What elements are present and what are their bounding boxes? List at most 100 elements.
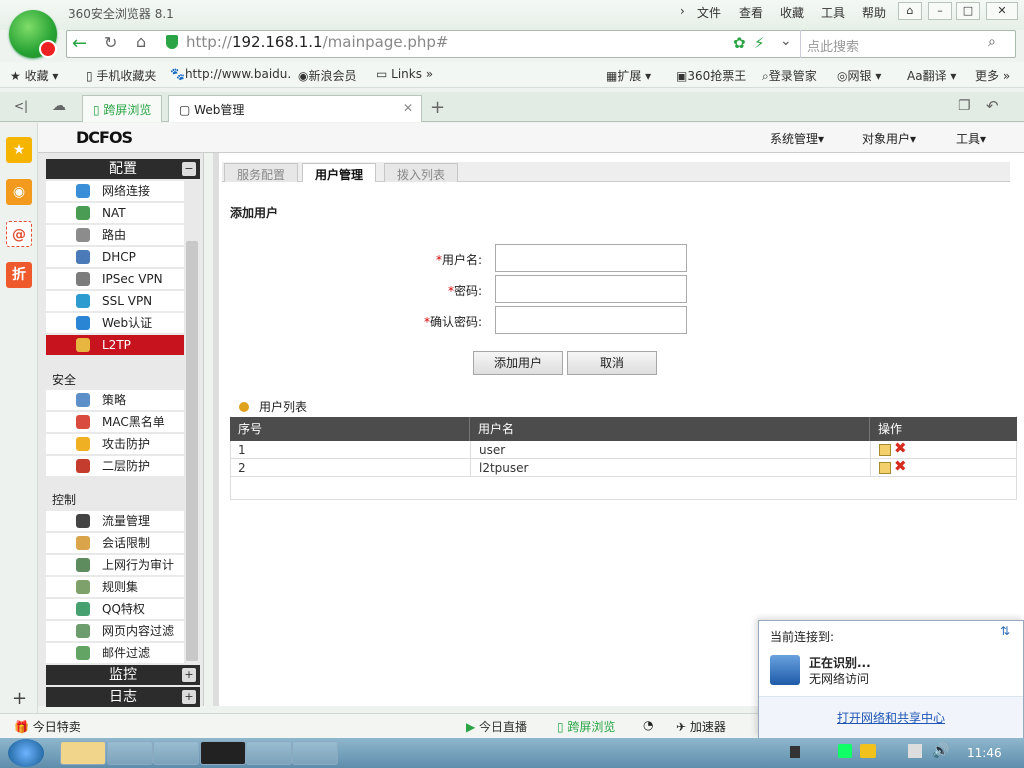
bookmark-translate[interactable]: Aa翻译 ▾ (907, 67, 956, 84)
cancel-button[interactable]: 取消 (567, 351, 657, 375)
email-icon[interactable]: @ (6, 221, 32, 247)
username-input[interactable] (495, 244, 687, 272)
nav-l2tp[interactable]: L2TP (46, 335, 184, 355)
speed-status-icon[interactable]: ◔ (643, 718, 653, 732)
tab-close-icon[interactable]: ✕ (403, 101, 413, 115)
expand-icon[interactable]: + (182, 668, 196, 682)
expand-icon[interactable]: + (182, 690, 196, 704)
nav-nat[interactable]: NAT (46, 203, 184, 223)
menu-help[interactable]: 帮助 (862, 4, 886, 21)
collapse-icon[interactable]: − (182, 162, 196, 176)
security-shield-icon[interactable] (166, 35, 178, 49)
weibo-icon[interactable]: ◉ (6, 179, 32, 205)
pin-icon[interactable]: ⌂ (898, 2, 922, 20)
add-user-button[interactable]: 添加用户 (473, 351, 563, 375)
tab-web-admin[interactable]: ▢ Web管理 ✕ (168, 95, 422, 122)
app-task-icon[interactable] (292, 741, 338, 765)
start-button[interactable] (8, 739, 44, 767)
nav-mac-blacklist[interactable]: MAC黑名单 (46, 412, 184, 432)
bookmark-sina[interactable]: ◉新浪会员 (298, 67, 357, 84)
network-tray-icon[interactable] (908, 744, 922, 758)
bookmark-bank[interactable]: ◎网银 ▾ (837, 67, 881, 84)
nav-policy[interactable]: 策略 (46, 390, 184, 410)
menu-file[interactable]: 文件 (697, 4, 721, 21)
delete-icon[interactable]: ✖ (894, 457, 907, 475)
bookmark-mobile[interactable]: ▯ 手机收藏夹 (86, 67, 156, 84)
refresh-icon[interactable]: ↻ (104, 33, 117, 52)
nav-audit[interactable]: 上网行为审计 (46, 555, 184, 575)
add-icon[interactable]: + (12, 688, 27, 709)
sidebar-scrollbar[interactable] (186, 241, 198, 661)
confirm-password-input[interactable] (495, 306, 687, 334)
edit-icon[interactable] (879, 444, 891, 456)
search-input[interactable]: 点此搜索 (807, 36, 859, 55)
bookmark-extensions[interactable]: ▦扩展 ▾ (606, 67, 651, 84)
restore-tabs-icon[interactable]: ❐ (958, 98, 971, 114)
refresh-network-icon[interactable]: ⇅ (1000, 624, 1010, 638)
bookmark-baidu[interactable]: 🐾http://www.baidu. (170, 67, 291, 81)
discount-icon[interactable]: 折 (6, 262, 32, 288)
word-task-icon[interactable] (107, 741, 153, 765)
tray-icon[interactable] (790, 746, 800, 758)
clock[interactable]: 11:46 (967, 746, 1002, 760)
speed-icon[interactable]: ⚡ (754, 34, 765, 52)
accelerator-link[interactable]: ✈ 加速器 (676, 718, 726, 735)
nav-ruleset[interactable]: 规则集 (46, 577, 184, 597)
tab-service-config[interactable]: 服务配置 (224, 163, 299, 182)
cross-screen-link[interactable]: ▯ 跨屏浏览 (557, 718, 615, 735)
tab-cross-screen[interactable]: ▯ 跨屏浏览 (82, 95, 163, 122)
bookmark-more[interactable]: 更多 » (975, 67, 1010, 84)
cmd-task-icon[interactable] (200, 741, 246, 765)
minimize-icon[interactable]: – (928, 2, 952, 20)
undo-icon[interactable]: ↶ (986, 97, 999, 115)
password-input[interactable] (495, 275, 687, 303)
menu-view[interactable]: 查看 (739, 4, 763, 21)
star-icon[interactable]: ★ (6, 137, 32, 163)
nav-mail-filter[interactable]: 邮件过滤 (46, 643, 184, 663)
sidebar-toggle-icon[interactable]: <| (14, 99, 28, 113)
ie-task-icon[interactable] (246, 741, 292, 765)
network-center-link[interactable]: 打开网络和共享中心 (837, 709, 945, 726)
nav-traffic[interactable]: 流量管理 (46, 511, 184, 531)
menu-system[interactable]: 系统管理▾ (770, 130, 824, 147)
bookmark-tickets[interactable]: ▣360抢票王 (676, 67, 746, 84)
explorer-task-icon[interactable] (60, 741, 106, 765)
nav-qq[interactable]: QQ特权 (46, 599, 184, 619)
nav-web-filter[interactable]: 网页内容过滤 (46, 621, 184, 641)
cloud-icon[interactable]: ☁ (52, 98, 66, 114)
new-tab-icon[interactable]: + (430, 97, 445, 118)
volume-icon[interactable]: 🔊 (932, 743, 949, 759)
bookmark-links[interactable]: ▭ Links » (376, 67, 433, 81)
home-icon[interactable]: ⌂ (136, 32, 146, 51)
tab-user-management[interactable]: 用户管理 (302, 163, 377, 182)
tab-dialin-list[interactable]: 拨入列表 (384, 163, 459, 182)
section-config[interactable]: 配置 − (46, 159, 200, 179)
section-monitor[interactable]: 监控 + (46, 665, 200, 685)
today-deals[interactable]: 🎁 今日特卖 (14, 718, 81, 735)
excel-task-icon[interactable] (153, 741, 199, 765)
close-icon[interactable]: ✕ (986, 2, 1018, 20)
edit-icon[interactable] (879, 462, 891, 474)
nav-l2-protect[interactable]: 二层防护 (46, 456, 184, 476)
menu-app-tools[interactable]: 工具▾ (956, 130, 986, 147)
security-tray-icon[interactable] (838, 744, 852, 758)
nav-session-limit[interactable]: 会话限制 (46, 533, 184, 553)
bookmark-login[interactable]: ⌕登录管家 (762, 67, 817, 84)
delete-icon[interactable]: ✖ (894, 439, 907, 457)
search-icon[interactable]: ⌕ (988, 34, 996, 50)
section-log[interactable]: 日志 + (46, 687, 200, 707)
nav-route[interactable]: 路由 (46, 225, 184, 245)
maximize-icon[interactable]: □ (956, 2, 980, 20)
back-icon[interactable]: ← (72, 33, 87, 54)
nav-web-auth[interactable]: Web认证 (46, 313, 184, 333)
nav-network[interactable]: 网络连接 (46, 181, 184, 201)
dropdown-icon[interactable]: ⌄ (780, 33, 792, 49)
tray-360-icon[interactable] (860, 744, 876, 758)
url-field[interactable]: http://192.168.1.1/mainpage.php# (186, 33, 449, 51)
nav-ssl-vpn[interactable]: SSL VPN (46, 291, 184, 311)
browser-logo[interactable] (9, 10, 57, 58)
nav-ipsec[interactable]: IPSec VPN (46, 269, 184, 289)
bookmark-favorites[interactable]: ★ 收藏 ▾ (10, 67, 58, 84)
menu-forward-icon[interactable]: › (680, 4, 685, 18)
menu-tools[interactable]: 工具 (821, 4, 845, 21)
